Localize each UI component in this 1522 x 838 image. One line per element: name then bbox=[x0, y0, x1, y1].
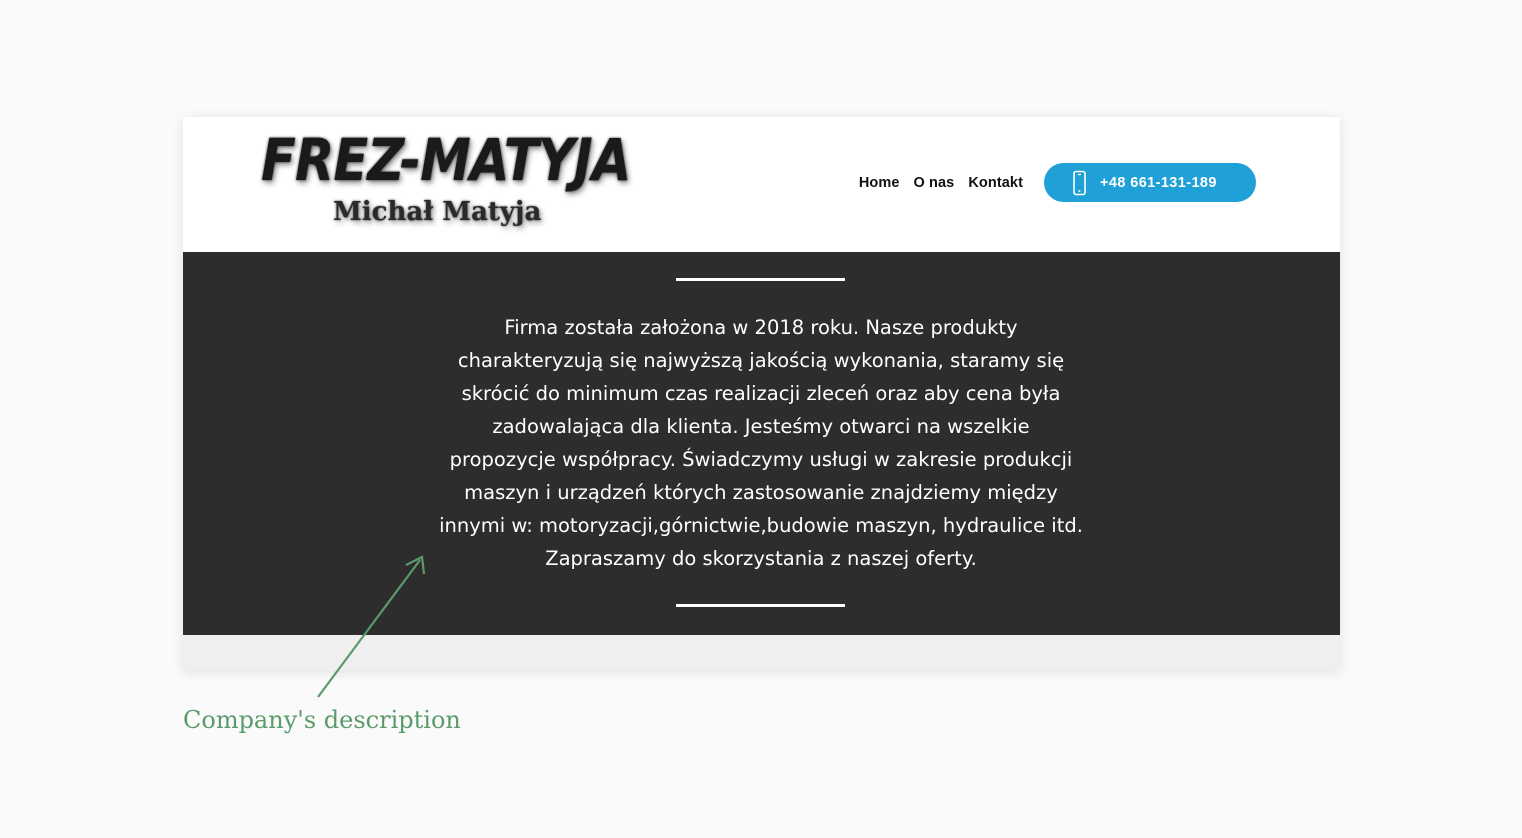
about-section: Firma została założona w 2018 roku. Nasz… bbox=[183, 252, 1340, 635]
desc-line: skrócić do minimum czas realizacji zlece… bbox=[461, 382, 1061, 405]
main-nav: Home O nas Kontakt bbox=[845, 173, 1023, 193]
phone-number: +48 661-131-189 bbox=[1100, 174, 1217, 191]
company-logo[interactable]: FREZ-MATYJA Michał Matyja bbox=[261, 125, 631, 237]
company-description: Firma została założona w 2018 roku. Nasz… bbox=[410, 311, 1112, 575]
phone-button[interactable]: +48 661-131-189 bbox=[1044, 163, 1256, 202]
nav-about[interactable]: O nas bbox=[914, 173, 955, 193]
desc-line: propozycje współpracy. Świadczymy usługi… bbox=[449, 448, 1073, 471]
logo-main-text: FREZ-MATYJA bbox=[261, 126, 631, 194]
bottom-divider bbox=[676, 604, 845, 607]
mobile-phone-icon bbox=[1073, 170, 1086, 195]
nav-contact[interactable]: Kontakt bbox=[968, 173, 1023, 193]
desc-line: charakteryzują się najwyższą jakością wy… bbox=[457, 349, 1065, 372]
desc-line: zadowalająca dla klienta. Jesteśmy otwar… bbox=[492, 415, 1030, 438]
top-divider bbox=[676, 278, 845, 281]
logo-sub-text: Michał Matyja bbox=[333, 197, 542, 227]
desc-line: Firma została założona w 2018 roku. Nasz… bbox=[504, 316, 1018, 339]
desc-line: innymi w: motoryzacji,górnictwie,budowie… bbox=[439, 514, 1083, 537]
site-header: FREZ-MATYJA Michał Matyja Home O nas Kon… bbox=[183, 117, 1340, 252]
desc-line: maszyn i urządzeń których zastosowanie z… bbox=[464, 481, 1058, 504]
annotation-label: Company's description bbox=[183, 706, 461, 734]
nav-home[interactable]: Home bbox=[859, 173, 900, 193]
desc-line: Zapraszamy do skorzystania z naszej ofer… bbox=[545, 547, 977, 570]
website-card: FREZ-MATYJA Michał Matyja Home O nas Kon… bbox=[183, 117, 1340, 670]
